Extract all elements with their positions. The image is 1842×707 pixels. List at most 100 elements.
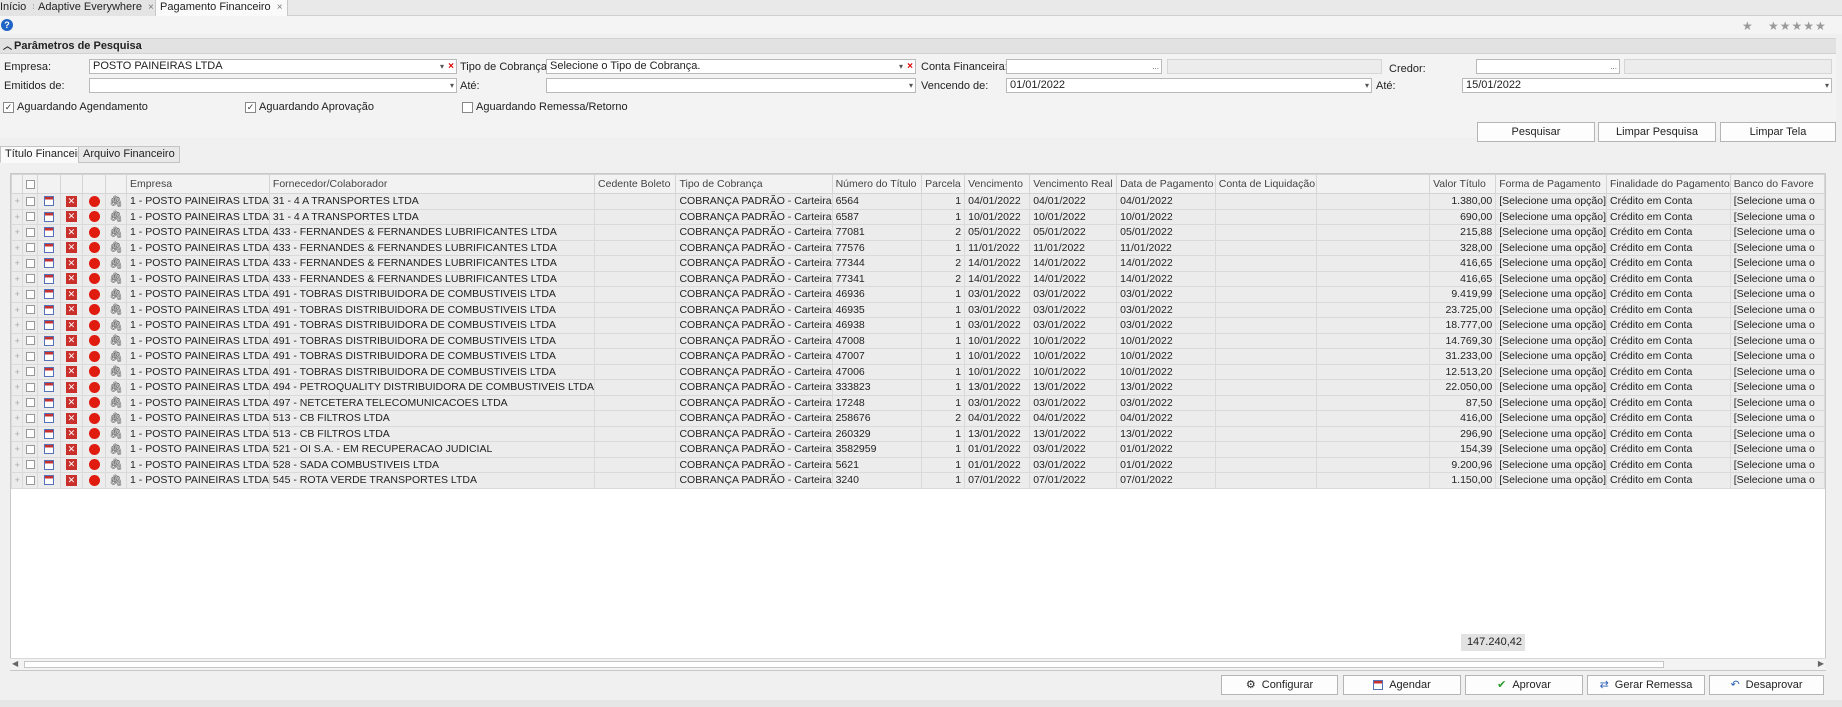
credor-field[interactable]: ... xyxy=(1476,59,1620,74)
cell-banco-favorecido[interactable]: [Selecione uma o xyxy=(1729,379,1825,396)
attachment-icon[interactable]: 🖇 xyxy=(104,317,128,334)
cell-finalidade-pagamento[interactable]: Crédito em Conta xyxy=(1606,394,1731,411)
calendar-icon[interactable] xyxy=(37,441,61,458)
aprovacao-checkbox[interactable]: ✓ xyxy=(245,102,256,113)
calendar-icon[interactable] xyxy=(37,379,61,396)
cell-banco-favorecido[interactable]: [Selecione uma o xyxy=(1729,348,1825,365)
table-row[interactable]: + ✕ 🖇 1 - POSTO PAINEIRAS LTDA 433 - FERNAND… xyxy=(11,239,1825,256)
table-row[interactable]: + ✕ 🖇 1 - POSTO PAINEIRAS LTDA 491 - TOBRAS … xyxy=(11,332,1825,349)
chevron-down-icon[interactable]: ▾ xyxy=(909,79,913,92)
table-row[interactable]: + ✕ 🖇 1 - POSTO PAINEIRAS LTDA 491 - TOBRAS … xyxy=(11,301,1825,318)
favorite-star-icon[interactable]: ★ xyxy=(1742,19,1753,33)
attachment-icon[interactable]: 🖇 xyxy=(104,394,128,411)
attachment-icon[interactable]: 🖇 xyxy=(104,456,128,473)
select-checkbox[interactable] xyxy=(22,394,39,411)
delete-icon[interactable]: ✕ xyxy=(59,317,84,334)
col-conta-liquidacao[interactable]: Conta de Liquidação xyxy=(1214,174,1317,194)
clear-icon[interactable]: × xyxy=(448,60,454,73)
expand-icon[interactable]: + xyxy=(11,301,24,318)
select-checkbox[interactable] xyxy=(22,363,39,380)
cell-banco-favorecido[interactable]: [Selecione uma o xyxy=(1729,193,1825,210)
calendar-icon[interactable] xyxy=(37,255,61,272)
pesquisar-button[interactable]: Pesquisar xyxy=(1477,122,1595,142)
col-numero-titulo[interactable]: Número do Título xyxy=(831,174,923,194)
cell-finalidade-pagamento[interactable]: Crédito em Conta xyxy=(1606,224,1731,241)
expand-icon[interactable]: + xyxy=(11,425,24,442)
cell-banco-favorecido[interactable]: [Selecione uma o xyxy=(1729,472,1825,489)
calendar-icon[interactable] xyxy=(37,239,61,256)
col-data-pagamento[interactable]: Data de Pagamento xyxy=(1116,174,1216,194)
cell-forma-pagamento[interactable]: [Selecione uma opção] xyxy=(1495,193,1608,210)
select-checkbox[interactable] xyxy=(22,410,39,427)
collapse-icon[interactable]: ︿ xyxy=(3,39,12,53)
table-row[interactable]: + ✕ 🖇 1 - POSTO PAINEIRAS LTDA 513 - CB FILT… xyxy=(11,410,1825,427)
expand-icon[interactable]: + xyxy=(11,363,24,380)
delete-icon[interactable]: ✕ xyxy=(59,425,84,442)
cell-banco-favorecido[interactable]: [Selecione uma o xyxy=(1729,332,1825,349)
expand-icon[interactable]: + xyxy=(11,332,24,349)
col-empresa[interactable]: Empresa xyxy=(126,174,270,194)
attachment-icon[interactable]: 🖇 xyxy=(104,301,128,318)
agendamento-checkbox[interactable]: ✓ xyxy=(3,102,14,113)
agendar-button[interactable]: Agendar xyxy=(1343,675,1461,695)
cell-forma-pagamento[interactable]: [Selecione uma opção] xyxy=(1495,286,1608,303)
expand-icon[interactable]: + xyxy=(11,239,24,256)
cell-finalidade-pagamento[interactable]: Crédito em Conta xyxy=(1606,193,1731,210)
delete-icon[interactable]: ✕ xyxy=(59,363,84,380)
table-row[interactable]: + ✕ 🖇 1 - POSTO PAINEIRAS LTDA 491 - TOBRAS … xyxy=(11,348,1825,365)
attachment-icon[interactable]: 🖇 xyxy=(104,348,128,365)
cell-banco-favorecido[interactable]: [Selecione uma o xyxy=(1729,394,1825,411)
calendar-icon[interactable] xyxy=(37,270,61,287)
table-row[interactable]: + ✕ 🖇 1 - POSTO PAINEIRAS LTDA 491 - TOBRAS … xyxy=(11,317,1825,334)
attachment-icon[interactable]: 🖇 xyxy=(104,270,128,287)
cell-banco-favorecido[interactable]: [Selecione uma o xyxy=(1729,270,1825,287)
cell-banco-favorecido[interactable]: [Selecione uma o xyxy=(1729,363,1825,380)
delete-icon[interactable]: ✕ xyxy=(59,301,84,318)
table-row[interactable]: + ✕ 🖇 1 - POSTO PAINEIRAS LTDA 31 - 4 A TRAN… xyxy=(11,193,1825,210)
attachment-icon[interactable]: 🖇 xyxy=(104,255,128,272)
expand-icon[interactable]: + xyxy=(11,270,24,287)
calendar-icon[interactable] xyxy=(37,317,61,334)
chevron-down-icon[interactable]: ▾ xyxy=(1365,79,1369,92)
table-row[interactable]: + ✕ 🖇 1 - POSTO PAINEIRAS LTDA 491 - TOBRAS … xyxy=(11,286,1825,303)
limpar-tela-button[interactable]: Limpar Tela xyxy=(1720,122,1836,142)
col-banco-favorecido[interactable]: Banco do Favore xyxy=(1729,174,1825,194)
table-row[interactable]: + ✕ 🖇 1 - POSTO PAINEIRAS LTDA 491 - TOBRAS … xyxy=(11,363,1825,380)
empresa-field[interactable]: POSTO PAINEIRAS LTDA ▾ × xyxy=(89,59,457,74)
cell-finalidade-pagamento[interactable]: Crédito em Conta xyxy=(1606,425,1731,442)
table-row[interactable]: + ✕ 🖇 1 - POSTO PAINEIRAS LTDA 433 - FERNAND… xyxy=(11,255,1825,272)
chevron-down-icon[interactable]: ▾ xyxy=(440,60,444,73)
calendar-icon[interactable] xyxy=(37,363,61,380)
configurar-button[interactable]: ⚙ Configurar xyxy=(1221,675,1338,695)
col-forma-pagamento[interactable]: Forma de Pagamento xyxy=(1495,174,1608,194)
attachment-icon[interactable]: 🖇 xyxy=(104,332,128,349)
cell-forma-pagamento[interactable]: [Selecione uma opção] xyxy=(1495,255,1608,272)
cell-banco-favorecido[interactable]: [Selecione uma o xyxy=(1729,317,1825,334)
select-checkbox[interactable] xyxy=(22,286,39,303)
col-vencimento-real[interactable]: Vencimento Real xyxy=(1029,174,1118,194)
delete-icon[interactable]: ✕ xyxy=(59,224,84,241)
limpar-pesquisa-button[interactable]: Limpar Pesquisa xyxy=(1598,122,1716,142)
expand-icon[interactable]: + xyxy=(11,348,24,365)
expand-icon[interactable]: + xyxy=(11,394,24,411)
expand-icon[interactable]: + xyxy=(11,441,24,458)
expand-icon[interactable]: + xyxy=(11,208,24,225)
table-row[interactable]: + ✕ 🖇 1 - POSTO PAINEIRAS LTDA 494 - PETROQU… xyxy=(11,379,1825,396)
expand-icon[interactable]: + xyxy=(11,224,24,241)
attachment-icon[interactable]: 🖇 xyxy=(104,239,128,256)
chevron-down-icon[interactable]: ▾ xyxy=(450,79,454,92)
horizontal-scrollbar[interactable]: ◀ ▶ xyxy=(10,658,1826,670)
col-finalidade-pagamento[interactable]: Finalidade do Pagamento xyxy=(1606,174,1731,194)
calendar-icon[interactable] xyxy=(37,332,61,349)
ate-emitidos-field[interactable]: ▾ xyxy=(546,78,916,93)
delete-icon[interactable]: ✕ xyxy=(59,208,84,225)
cell-banco-favorecido[interactable]: [Selecione uma o xyxy=(1729,239,1825,256)
cell-forma-pagamento[interactable]: [Selecione uma opção] xyxy=(1495,456,1608,473)
cell-forma-pagamento[interactable]: [Selecione uma opção] xyxy=(1495,208,1608,225)
clear-icon[interactable]: × xyxy=(907,60,913,73)
cell-banco-favorecido[interactable]: [Selecione uma o xyxy=(1729,301,1825,318)
cell-forma-pagamento[interactable]: [Selecione uma opção] xyxy=(1495,394,1608,411)
cell-banco-favorecido[interactable]: [Selecione uma o xyxy=(1729,410,1825,427)
expand-icon[interactable]: + xyxy=(11,286,24,303)
cell-finalidade-pagamento[interactable]: Crédito em Conta xyxy=(1606,410,1731,427)
